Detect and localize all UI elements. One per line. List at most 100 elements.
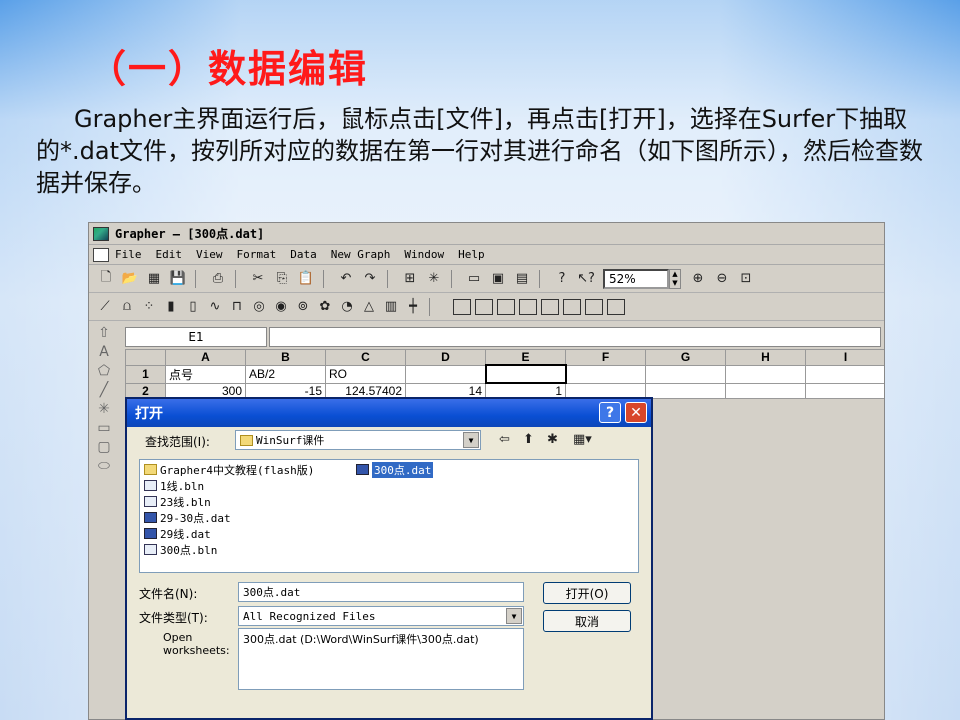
zoom-level-input[interactable]: 52% bbox=[603, 268, 669, 289]
cut-icon[interactable]: ✂ bbox=[247, 269, 269, 289]
grid-cell[interactable] bbox=[725, 364, 806, 384]
grid-corner[interactable] bbox=[125, 349, 166, 366]
column-header[interactable]: I bbox=[805, 349, 884, 366]
menu-format[interactable]: Format bbox=[237, 248, 277, 261]
redo-icon[interactable]: ↷ bbox=[359, 269, 381, 289]
ternary-graph-icon[interactable]: △ bbox=[359, 297, 379, 317]
open-folder-icon[interactable]: 📂 bbox=[119, 269, 141, 289]
paste-icon[interactable]: 📋 bbox=[295, 269, 317, 289]
filename-input[interactable]: 300点.dat bbox=[238, 582, 524, 602]
column-header[interactable]: H bbox=[725, 349, 806, 366]
worksheet-icon[interactable]: ▦ bbox=[143, 269, 165, 289]
spin-down-icon[interactable]: ▼ bbox=[672, 279, 677, 287]
zoom-spinner[interactable]: ▲ ▼ bbox=[669, 268, 681, 289]
grid-cell[interactable] bbox=[805, 382, 884, 399]
chart-style-6-icon[interactable] bbox=[563, 298, 581, 315]
open-worksheets-list[interactable]: 300点.dat (D:\Word\WinSurf课件\300点.dat) bbox=[238, 628, 524, 690]
step-graph-icon[interactable]: ⊓ bbox=[227, 297, 247, 317]
chart-style-2-icon[interactable] bbox=[475, 298, 493, 315]
rose-graph-icon[interactable]: ✿ bbox=[315, 297, 335, 317]
cell-reference-box[interactable]: E1 bbox=[125, 327, 267, 347]
context-help-icon[interactable]: ↖? bbox=[575, 269, 597, 289]
print-icon[interactable]: ⎙ bbox=[207, 269, 229, 289]
grid-cell[interactable]: 点号 bbox=[165, 364, 246, 384]
grid-cell[interactable] bbox=[405, 364, 486, 384]
formula-bar[interactable] bbox=[269, 327, 881, 347]
chevron-down-icon[interactable]: ▼ bbox=[463, 432, 479, 448]
save-icon[interactable]: 💾 bbox=[167, 269, 189, 289]
histogram-icon[interactable]: ▯ bbox=[183, 297, 203, 317]
document-menu-icon[interactable] bbox=[93, 247, 109, 262]
open-button[interactable]: 打开(O) bbox=[543, 582, 631, 604]
chevron-down-icon[interactable]: ▼ bbox=[506, 608, 522, 624]
grid-cell[interactable]: RO bbox=[325, 364, 406, 384]
list-item[interactable]: 29线.dat bbox=[144, 526, 211, 541]
box-plot-icon[interactable]: ▥ bbox=[381, 297, 401, 317]
scatter-graph-icon[interactable]: ⁘ bbox=[139, 297, 159, 317]
grid-cell-selected[interactable] bbox=[484, 364, 567, 384]
menu-file[interactable]: File bbox=[115, 248, 142, 261]
zoom-in-icon[interactable]: ⊕ bbox=[687, 269, 709, 289]
grid-cell[interactable]: AB/2 bbox=[245, 364, 326, 384]
hi-low-graph-icon[interactable]: ┿ bbox=[403, 297, 423, 317]
help-icon[interactable]: ? bbox=[551, 269, 573, 289]
column-header[interactable]: D bbox=[405, 349, 486, 366]
menu-new-graph[interactable]: New Graph bbox=[331, 248, 391, 261]
chart-style-1-icon[interactable] bbox=[453, 298, 471, 315]
select-arrow-icon[interactable]: ⇧ bbox=[98, 324, 110, 343]
stack-icon[interactable]: ⊞ bbox=[399, 269, 421, 289]
grid-cell[interactable] bbox=[725, 382, 806, 399]
column-header[interactable]: G bbox=[645, 349, 726, 366]
list-item[interactable]: Grapher4中文教程(flash版) bbox=[144, 462, 314, 477]
new-folder-icon[interactable]: ✱ bbox=[547, 432, 558, 447]
grid-view-icon[interactable]: ▣ bbox=[487, 269, 509, 289]
grid-cell[interactable] bbox=[645, 382, 726, 399]
polar-bar-icon[interactable]: ⊚ bbox=[293, 297, 313, 317]
list-item[interactable]: 29-30点.dat bbox=[144, 510, 231, 525]
pie-chart-icon[interactable]: ◔ bbox=[337, 297, 357, 317]
chart-style-3-icon[interactable] bbox=[497, 298, 515, 315]
chart-style-5-icon[interactable] bbox=[541, 298, 559, 315]
zoom-fit-icon[interactable]: ⊡ bbox=[735, 269, 757, 289]
spin-up-icon[interactable]: ▲ bbox=[672, 270, 677, 278]
chart-style-4-icon[interactable] bbox=[519, 298, 537, 315]
column-header[interactable]: F bbox=[565, 349, 646, 366]
chart-style-8-icon[interactable] bbox=[607, 298, 625, 315]
close-icon[interactable]: ✕ bbox=[625, 402, 647, 423]
undo-icon[interactable]: ↶ bbox=[335, 269, 357, 289]
column-header[interactable]: E bbox=[485, 349, 566, 366]
column-header[interactable]: A bbox=[165, 349, 246, 366]
list-item[interactable]: 300点.bln bbox=[144, 542, 217, 557]
window-view-icon[interactable]: ▤ bbox=[511, 269, 533, 289]
polygon-tool-icon[interactable]: ⬠ bbox=[98, 362, 110, 381]
cancel-button[interactable]: 取消 bbox=[543, 610, 631, 632]
back-arrow-icon[interactable]: ⇦ bbox=[499, 432, 510, 447]
polyline-tool-icon[interactable]: ╱ bbox=[100, 381, 108, 400]
zoom-out-icon[interactable]: ⊖ bbox=[711, 269, 733, 289]
polar-line-icon[interactable]: ◉ bbox=[271, 297, 291, 317]
help-button-icon[interactable]: ? bbox=[599, 402, 621, 423]
menu-edit[interactable]: Edit bbox=[156, 248, 183, 261]
grid-cell[interactable] bbox=[645, 364, 726, 384]
bar-graph-icon[interactable]: ▮ bbox=[161, 297, 181, 317]
line-bar-graph-icon[interactable]: ⩍ bbox=[117, 297, 137, 317]
rounded-rect-tool-icon[interactable]: ▢ bbox=[97, 438, 110, 457]
view-menu-icon[interactable]: ▦▾ bbox=[573, 432, 592, 447]
list-item[interactable]: 23线.bln bbox=[144, 494, 211, 509]
menu-data[interactable]: Data bbox=[290, 248, 317, 261]
list-item-selected[interactable]: 300点.dat bbox=[356, 461, 434, 478]
grid-cell[interactable] bbox=[565, 364, 646, 384]
column-header[interactable]: B bbox=[245, 349, 326, 366]
row-header[interactable]: 1 bbox=[125, 364, 166, 384]
menu-window[interactable]: Window bbox=[404, 248, 444, 261]
polar-graph-icon[interactable]: ◎ bbox=[249, 297, 269, 317]
list-item[interactable]: 1线.bln bbox=[144, 478, 204, 493]
up-folder-icon[interactable]: ⬆ bbox=[523, 432, 534, 447]
text-tool-icon[interactable]: A bbox=[99, 343, 109, 362]
function-graph-icon[interactable]: ∿ bbox=[205, 297, 225, 317]
copy-icon[interactable]: ⎘ bbox=[271, 269, 293, 289]
look-in-dropdown[interactable]: WinSurf课件 ▼ bbox=[235, 430, 481, 450]
snap-icon[interactable]: ✳ bbox=[423, 269, 445, 289]
rectangle-tool-icon[interactable]: ▭ bbox=[97, 419, 110, 438]
chart-style-7-icon[interactable] bbox=[585, 298, 603, 315]
